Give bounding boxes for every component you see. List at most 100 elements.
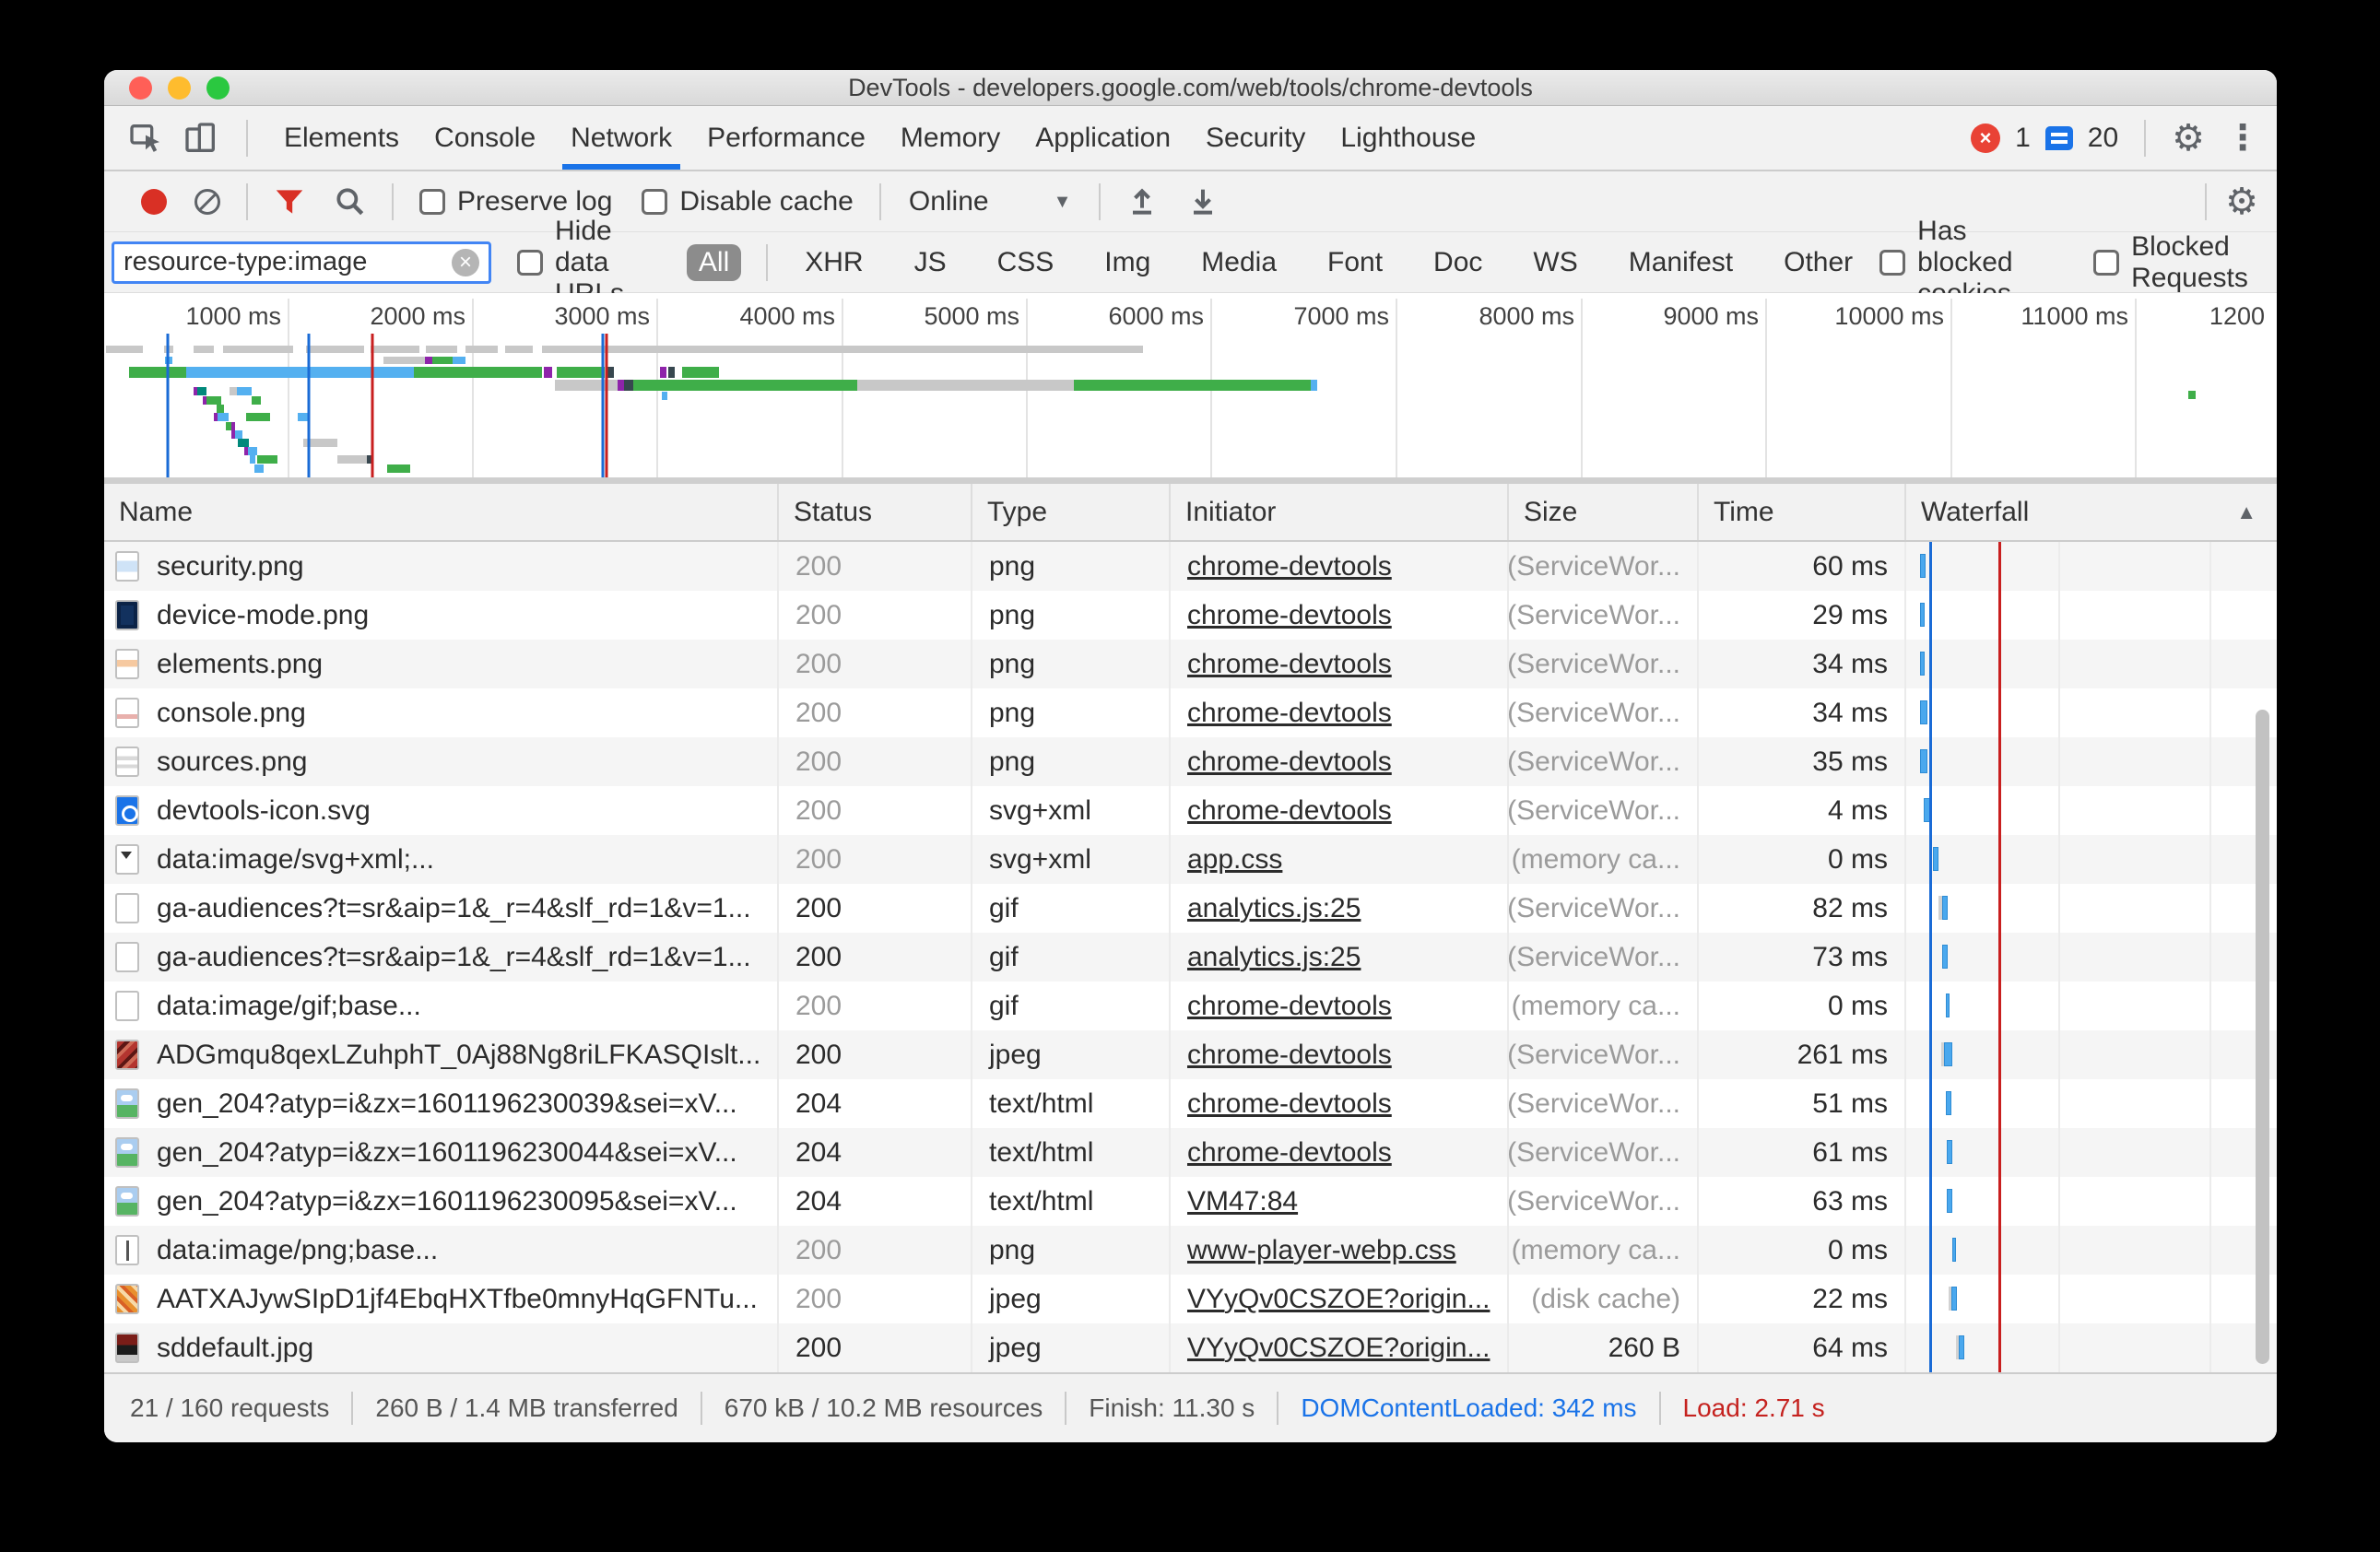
- table-row[interactable]: ga-audiences?t=sr&aip=1&_r=4&slf_rd=1&v=…: [104, 884, 2277, 933]
- checkbox[interactable]: [517, 250, 543, 276]
- initiator-link[interactable]: chrome-devtools: [1187, 747, 1392, 778]
- initiator-link[interactable]: chrome-devtools: [1187, 1137, 1392, 1169]
- table-row[interactable]: ga-audiences?t=sr&aip=1&_r=4&slf_rd=1&v=…: [104, 933, 2277, 982]
- tab-application[interactable]: Application: [1018, 106, 1188, 170]
- tab-elements[interactable]: Elements: [266, 106, 417, 170]
- waterfall-bar[interactable]: [1942, 945, 1948, 969]
- table-row[interactable]: console.png200pngchrome-devtools(Service…: [104, 688, 2277, 737]
- waterfall-bar[interactable]: [1933, 847, 1938, 871]
- disable-cache-checkbox[interactable]: Disable cache: [642, 186, 853, 218]
- request-name[interactable]: sddefault.jpg: [157, 1333, 313, 1364]
- tab-network[interactable]: Network: [553, 106, 689, 170]
- network-settings-gear-icon[interactable]: ⚙: [2225, 183, 2258, 220]
- tab-console[interactable]: Console: [417, 106, 553, 170]
- column-header-size[interactable]: Size: [1509, 484, 1699, 540]
- checkbox[interactable]: [1879, 250, 1905, 276]
- request-name[interactable]: gen_204?atyp=i&zx=1601196230044&sei=xV..…: [157, 1137, 737, 1169]
- inspect-element-icon[interactable]: [124, 117, 167, 159]
- request-name[interactable]: console.png: [157, 698, 306, 729]
- filter-type-js[interactable]: JS: [902, 244, 959, 281]
- request-name[interactable]: AATXAJywSIpD1jf4EbqHXTfbe0mnyHqGFNTu...: [157, 1284, 758, 1315]
- request-name[interactable]: sources.png: [157, 747, 307, 778]
- initiator-link[interactable]: VM47:84: [1187, 1186, 1298, 1217]
- request-name[interactable]: security.png: [157, 551, 304, 582]
- throttling-dropdown[interactable]: Online ▼: [909, 186, 1072, 218]
- waterfall-bar[interactable]: [1920, 554, 1926, 578]
- close-window-button[interactable]: [129, 76, 152, 100]
- request-name[interactable]: gen_204?atyp=i&zx=1601196230095&sei=xV..…: [157, 1186, 737, 1217]
- waterfall-bar[interactable]: [1944, 1042, 1952, 1066]
- initiator-link[interactable]: chrome-devtools: [1187, 1088, 1392, 1120]
- request-name[interactable]: ga-audiences?t=sr&aip=1&_r=4&slf_rd=1&v=…: [157, 942, 751, 973]
- filter-type-xhr[interactable]: XHR: [793, 244, 875, 281]
- tab-security[interactable]: Security: [1188, 106, 1323, 170]
- record-button[interactable]: [141, 189, 167, 215]
- tab-performance[interactable]: Performance: [689, 106, 883, 170]
- table-row[interactable]: data:image/gif;base...200gifchrome-devto…: [104, 982, 2277, 1030]
- filter-type-other[interactable]: Other: [1772, 244, 1865, 281]
- filter-type-ws[interactable]: WS: [1521, 244, 1589, 281]
- settings-gear-icon[interactable]: ⚙: [2172, 120, 2205, 157]
- filter-type-img[interactable]: Img: [1092, 244, 1162, 281]
- request-name[interactable]: elements.png: [157, 649, 323, 680]
- search-icon[interactable]: [333, 184, 368, 219]
- column-header-status[interactable]: Status: [779, 484, 972, 540]
- table-row[interactable]: sddefault.jpg200jpegVYyQv0CSZOE?origin..…: [104, 1323, 2277, 1372]
- column-header-time[interactable]: Time: [1699, 484, 1906, 540]
- initiator-link[interactable]: chrome-devtools: [1187, 991, 1392, 1022]
- filter-type-css[interactable]: CSS: [985, 244, 1066, 281]
- column-header-waterfall[interactable]: Waterfall▲: [1906, 484, 2277, 540]
- waterfall-bar[interactable]: [1947, 1189, 1952, 1213]
- kebab-menu-icon[interactable]: ⋮: [2225, 121, 2260, 156]
- column-header-type[interactable]: Type: [972, 484, 1171, 540]
- request-name[interactable]: data:image/svg+xml;...: [157, 844, 434, 876]
- network-overview-timeline[interactable]: 1000 ms2000 ms3000 ms4000 ms5000 ms6000 …: [104, 293, 2277, 484]
- column-header-name[interactable]: Name: [104, 484, 779, 540]
- filter-type-manifest[interactable]: Manifest: [1617, 244, 1745, 281]
- initiator-link[interactable]: chrome-devtools: [1187, 698, 1392, 729]
- table-row[interactable]: elements.png200pngchrome-devtools(Servic…: [104, 640, 2277, 688]
- initiator-link[interactable]: www-player-webp.css: [1187, 1235, 1456, 1266]
- table-row[interactable]: data:image/svg+xml;...200svg+xmlapp.css(…: [104, 835, 2277, 884]
- checkbox[interactable]: [2093, 250, 2119, 276]
- initiator-link[interactable]: analytics.js:25: [1187, 893, 1361, 924]
- import-har-icon[interactable]: [1124, 183, 1161, 220]
- table-row[interactable]: data:image/png;base...200pngwww-player-w…: [104, 1226, 2277, 1275]
- table-row[interactable]: ADGmqu8qexLZuhphT_0Aj88Ng8riLFKASQIslt..…: [104, 1030, 2277, 1079]
- table-row[interactable]: gen_204?atyp=i&zx=1601196230039&sei=xV..…: [104, 1079, 2277, 1128]
- filter-input[interactable]: [124, 247, 452, 277]
- issues-count[interactable]: 20: [2088, 123, 2118, 154]
- initiator-link[interactable]: app.css: [1187, 844, 1282, 876]
- initiator-link[interactable]: chrome-devtools: [1187, 795, 1392, 827]
- clear-filter-icon[interactable]: ×: [452, 249, 479, 276]
- waterfall-bar[interactable]: [1959, 1335, 1964, 1359]
- initiator-link[interactable]: analytics.js:25: [1187, 942, 1361, 973]
- checkbox[interactable]: [642, 189, 667, 215]
- issues-icon[interactable]: [2045, 126, 2073, 150]
- request-name[interactable]: devtools-icon.svg: [157, 795, 371, 827]
- filter-type-font[interactable]: Font: [1315, 244, 1395, 281]
- waterfall-bar[interactable]: [1920, 700, 1927, 724]
- table-row[interactable]: devtools-icon.svg200svg+xmlchrome-devtoo…: [104, 786, 2277, 835]
- tab-lighthouse[interactable]: Lighthouse: [1323, 106, 1493, 170]
- table-row[interactable]: AATXAJywSIpD1jf4EbqHXTfbe0mnyHqGFNTu...2…: [104, 1275, 2277, 1323]
- initiator-link[interactable]: chrome-devtools: [1187, 551, 1392, 582]
- error-icon[interactable]: ×: [1971, 123, 2000, 153]
- initiator-link[interactable]: chrome-devtools: [1187, 1040, 1392, 1071]
- waterfall-bar[interactable]: [1951, 1287, 1957, 1311]
- checkbox[interactable]: [419, 189, 445, 215]
- device-toolbar-icon[interactable]: [180, 117, 222, 159]
- blocked-requests-checkbox[interactable]: Blocked Requests: [2093, 231, 2258, 294]
- initiator-link[interactable]: chrome-devtools: [1187, 649, 1392, 680]
- filter-type-media[interactable]: Media: [1189, 244, 1289, 281]
- filter-type-all[interactable]: All: [687, 244, 741, 281]
- waterfall-bar[interactable]: [1920, 603, 1925, 627]
- filter-type-doc[interactable]: Doc: [1421, 244, 1494, 281]
- initiator-link[interactable]: VYyQv0CSZOE?origin...: [1187, 1284, 1490, 1315]
- filter-icon[interactable]: [272, 184, 307, 219]
- table-row[interactable]: gen_204?atyp=i&zx=1601196230095&sei=xV..…: [104, 1177, 2277, 1226]
- request-name[interactable]: ADGmqu8qexLZuhphT_0Aj88Ng8riLFKASQIslt..…: [157, 1040, 760, 1071]
- waterfall-bar[interactable]: [1942, 896, 1948, 920]
- minimize-window-button[interactable]: [168, 76, 191, 100]
- initiator-link[interactable]: chrome-devtools: [1187, 600, 1392, 631]
